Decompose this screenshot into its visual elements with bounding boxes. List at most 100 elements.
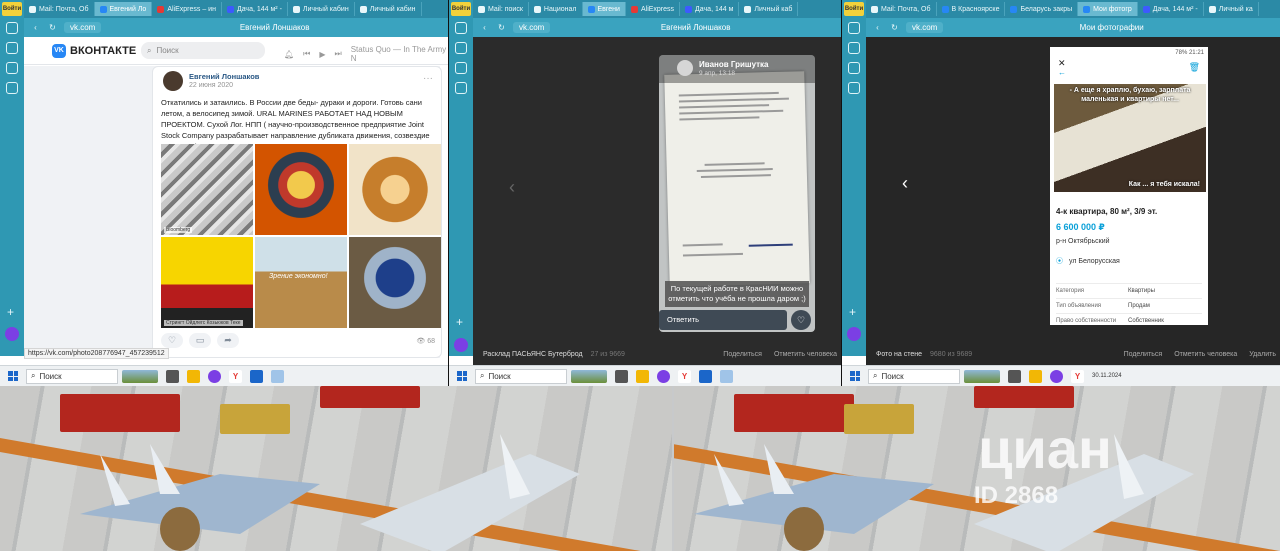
windows-icon[interactable] [8,371,18,381]
trash-icon[interactable]: 🗑︎ [1189,62,1200,73]
clock-icon[interactable] [455,22,467,34]
album-link[interactable]: Фото на стене [876,351,922,358]
yandex-icon[interactable]: Y [1071,369,1084,383]
alice-icon[interactable] [454,338,468,352]
avatar[interactable] [677,60,693,76]
widget-icon[interactable] [571,369,607,383]
taskview-icon[interactable] [1008,369,1021,383]
widget-icon[interactable] [964,369,1000,383]
taskbar-search[interactable]: ⌕ Поиск [868,368,960,384]
paint-icon[interactable] [271,369,284,383]
tab-1[interactable]: Mail: поиск [473,2,529,16]
reload-icon[interactable]: ↻ [47,23,58,32]
taskview-icon[interactable] [166,369,179,383]
listing-screenshot[interactable]: 78% 21:21 ✕ ← 🗑︎ - А еще я храплю, бухаю… [1050,47,1208,325]
taskbar-search[interactable]: ⌕ Поиск [26,368,118,384]
prev-photo-icon[interactable]: ‹ [509,177,515,198]
url-field[interactable]: vk.com [906,22,944,33]
mark-person-link[interactable]: Отметить человека [774,351,837,358]
reload-icon[interactable]: ↻ [889,23,900,32]
prev-photo-icon[interactable]: ‹ [902,173,908,194]
like-button[interactable]: ♡ [161,333,183,348]
add-icon[interactable]: + [849,306,856,318]
alice-icon[interactable] [847,327,861,341]
bookmarks-icon[interactable] [455,42,467,54]
taskview-icon[interactable] [615,369,628,383]
play-icon[interactable] [455,62,467,74]
windows-icon[interactable] [850,371,860,381]
clock-icon[interactable] [848,22,860,34]
tab-6[interactable]: Личный кабин [355,2,422,16]
app-icon[interactable] [250,369,263,383]
like-button[interactable]: ♡ [791,310,811,330]
document-photo[interactable] [664,71,810,287]
url-field[interactable]: vk.com [513,22,551,33]
notes-icon[interactable] [6,82,18,94]
tab-4[interactable]: Мои фотогр [1078,2,1138,16]
tab-1[interactable]: Mail: Почта, Об [866,2,937,16]
folder-icon[interactable] [1029,369,1042,383]
folder-icon[interactable] [187,369,200,383]
tab-1[interactable]: Mail: Почта, Об [24,2,95,16]
play-icon[interactable] [6,62,18,74]
tab-6[interactable]: Личный каб [739,2,799,16]
add-icon[interactable]: + [7,306,14,318]
tab-2[interactable]: В Красноярске [937,2,1006,16]
bookmarks-icon[interactable] [6,42,18,54]
back-icon[interactable]: ← [1058,68,1066,77]
bookmarks-icon[interactable] [848,42,860,54]
tab-6[interactable]: Личный ка [1204,2,1259,16]
paint-icon[interactable] [720,369,733,383]
widget-icon[interactable] [122,369,158,383]
play-icon[interactable] [848,62,860,74]
tab-2[interactable]: Национал [529,2,583,16]
clock-icon[interactable] [6,22,18,34]
photo-trader[interactable]: Стрингт Ойдлегс Козьюков Теке [161,237,253,328]
tab-3[interactable]: Евгени [582,2,626,16]
bell-icon[interactable]: 🔔︎ [284,50,294,59]
alice-icon[interactable] [208,369,221,383]
folder-icon[interactable] [636,369,649,383]
photo-helmet[interactable] [349,237,441,328]
login-badge[interactable]: Войти [451,2,471,16]
next-icon[interactable]: ⏭︎ [335,49,342,59]
tab-5[interactable]: Дача, 144 м² - [1138,2,1204,16]
post-author[interactable]: Евгений Лоншаков [189,72,259,81]
vk-logo[interactable]: VK ВКОНТАКТЕ [52,44,136,58]
avatar[interactable] [163,71,183,91]
post-date[interactable]: 22 июня 2020 [189,82,233,89]
yandex-icon[interactable]: Y [229,369,242,383]
tab-5[interactable]: Личный кабин [288,2,355,16]
tab-2[interactable]: Евгений Ло [94,2,153,16]
yandex-icon[interactable]: Y [678,369,691,383]
alice-icon[interactable] [657,369,670,383]
tab-3[interactable]: AliExpress – ин [152,2,222,16]
back-icon[interactable]: ‹ [872,23,883,32]
share-link[interactable]: Поделиться [723,351,762,358]
share-link[interactable]: Поделиться [1124,351,1163,358]
photo-tiger[interactable]: Bloomberg [161,144,253,235]
notes-icon[interactable] [848,82,860,94]
photo-author[interactable]: Иванов Гришутка [699,60,769,69]
tab-3[interactable]: Беларусь закры [1005,2,1079,16]
reply-button[interactable]: Ответить [659,310,787,330]
search-input[interactable]: ⌕ Поиск [141,42,265,59]
taskbar-search[interactable]: ⌕ Поиск [475,368,567,384]
delete-link[interactable]: Удалить [1249,351,1276,358]
login-badge[interactable]: Войти [844,2,864,16]
track-title[interactable]: Status Quo — In The Army N [351,45,448,63]
login-badge[interactable]: Войти [2,2,22,16]
tab-4[interactable]: Дача, 144 м² - [222,2,288,16]
album-link[interactable]: Расклад ПАСЬЯНС Бутерброд [483,351,583,358]
prev-icon[interactable]: ⏮︎ [303,49,310,59]
alice-icon[interactable] [5,327,19,341]
back-icon[interactable]: ‹ [479,23,490,32]
notes-icon[interactable] [455,82,467,94]
comment-button[interactable]: ▭ [189,333,211,348]
photo-tiger-art[interactable] [255,144,347,235]
share-button[interactable]: ➦ [217,333,239,348]
photo-lion-field[interactable]: Зрение экономно! [255,237,347,328]
mark-person-link[interactable]: Отметить человека [1174,351,1237,358]
play-icon[interactable]: ▶︎ [319,50,325,59]
alice-icon[interactable] [1050,369,1063,383]
